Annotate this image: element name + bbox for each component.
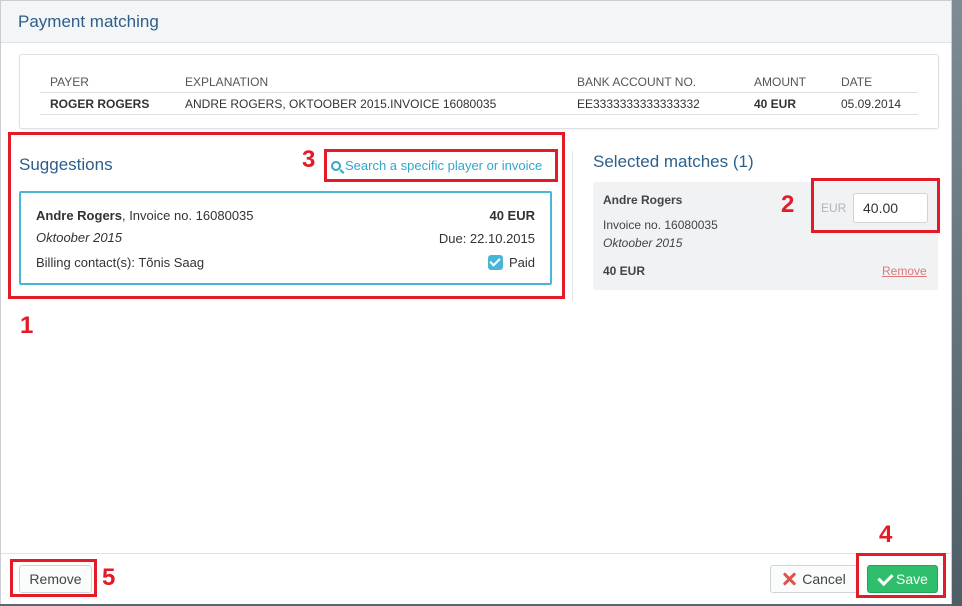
amount-value: 40 EUR	[754, 97, 797, 111]
payment-table-header: PAYER EXPLANATION BANK ACCOUNT NO. AMOUN…	[40, 71, 918, 93]
cancel-label: Cancel	[802, 571, 846, 587]
annotation-number-1: 1	[20, 312, 34, 339]
annotation-box-amount-input	[811, 178, 940, 233]
payment-details-panel: PAYER EXPLANATION BANK ACCOUNT NO. AMOUN…	[19, 54, 939, 129]
close-icon	[782, 572, 796, 586]
modal-header: Payment matching	[1, 1, 951, 43]
annotation-box-search-link	[324, 149, 558, 182]
annotation-number-3: 3	[302, 146, 316, 173]
payment-matching-modal: Payment matching PAYER EXPLANATION BANK …	[0, 0, 952, 604]
bank-account-value: EE3333333333333332	[577, 97, 700, 111]
header-amount: AMOUNT	[754, 75, 806, 89]
payment-table-row: ROGER ROGERS ANDRE ROGERS, OKTOOBER 2015…	[40, 93, 918, 115]
remove-match-link[interactable]: Remove	[882, 264, 927, 278]
payer-value: ROGER ROGERS	[50, 97, 150, 111]
selected-invoice-number: Invoice no. 16080035	[603, 218, 718, 232]
cancel-button[interactable]: Cancel	[770, 565, 858, 593]
explanation-value: ANDRE ROGERS, OKTOOBER 2015.INVOICE 1608…	[185, 97, 497, 111]
selected-amount: 40 EUR	[603, 264, 646, 278]
annotation-box-remove	[10, 559, 97, 597]
modal-title: Payment matching	[18, 12, 159, 31]
column-divider	[572, 151, 573, 301]
background-strip	[952, 0, 962, 606]
header-date: DATE	[841, 75, 873, 89]
date-value: 05.09.2014	[841, 97, 902, 111]
header-payer: PAYER	[50, 75, 89, 89]
annotation-box-save	[856, 553, 946, 598]
annotation-number-5: 5	[102, 564, 116, 591]
header-explanation: EXPLANATION	[185, 75, 269, 89]
selected-player-name: Andre Rogers	[603, 193, 683, 207]
payment-table: PAYER EXPLANATION BANK ACCOUNT NO. AMOUN…	[40, 71, 918, 115]
selected-matches-title: Selected matches (1)	[593, 152, 754, 171]
annotation-number-4: 4	[879, 521, 893, 548]
selected-period: Oktoober 2015	[603, 236, 683, 250]
header-bank-account: BANK ACCOUNT NO.	[577, 75, 697, 89]
annotation-number-2: 2	[781, 191, 795, 218]
modal-footer: Remove Cancel Save	[1, 553, 951, 604]
